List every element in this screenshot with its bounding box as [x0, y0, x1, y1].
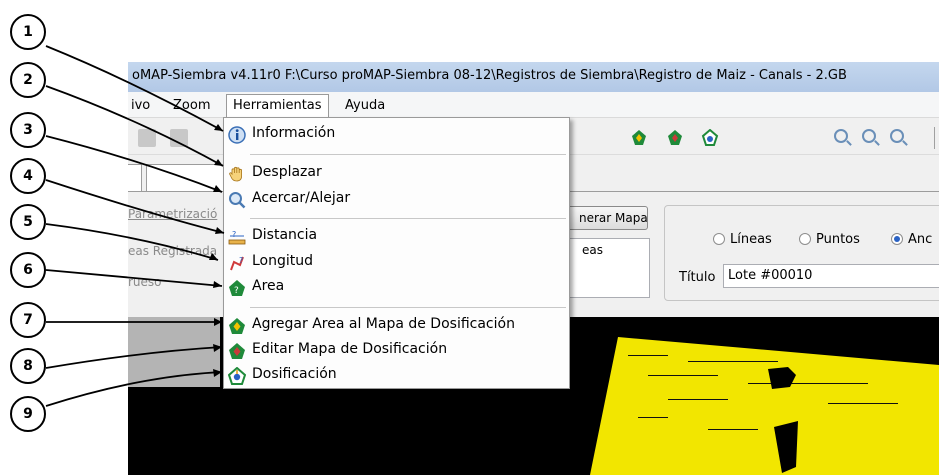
callout-8: 8 [10, 348, 46, 384]
callout-2: 2 [10, 62, 46, 98]
callout-9: 9 [10, 396, 46, 432]
callout-1: 1 [10, 14, 46, 50]
callout-7: 7 [10, 302, 46, 338]
callout-leader-lines [45, 45, 225, 407]
callout-6: 6 [10, 252, 46, 288]
callout-4: 4 [10, 158, 46, 194]
callout-3: 3 [10, 112, 46, 148]
callout-5: 5 [10, 204, 46, 240]
